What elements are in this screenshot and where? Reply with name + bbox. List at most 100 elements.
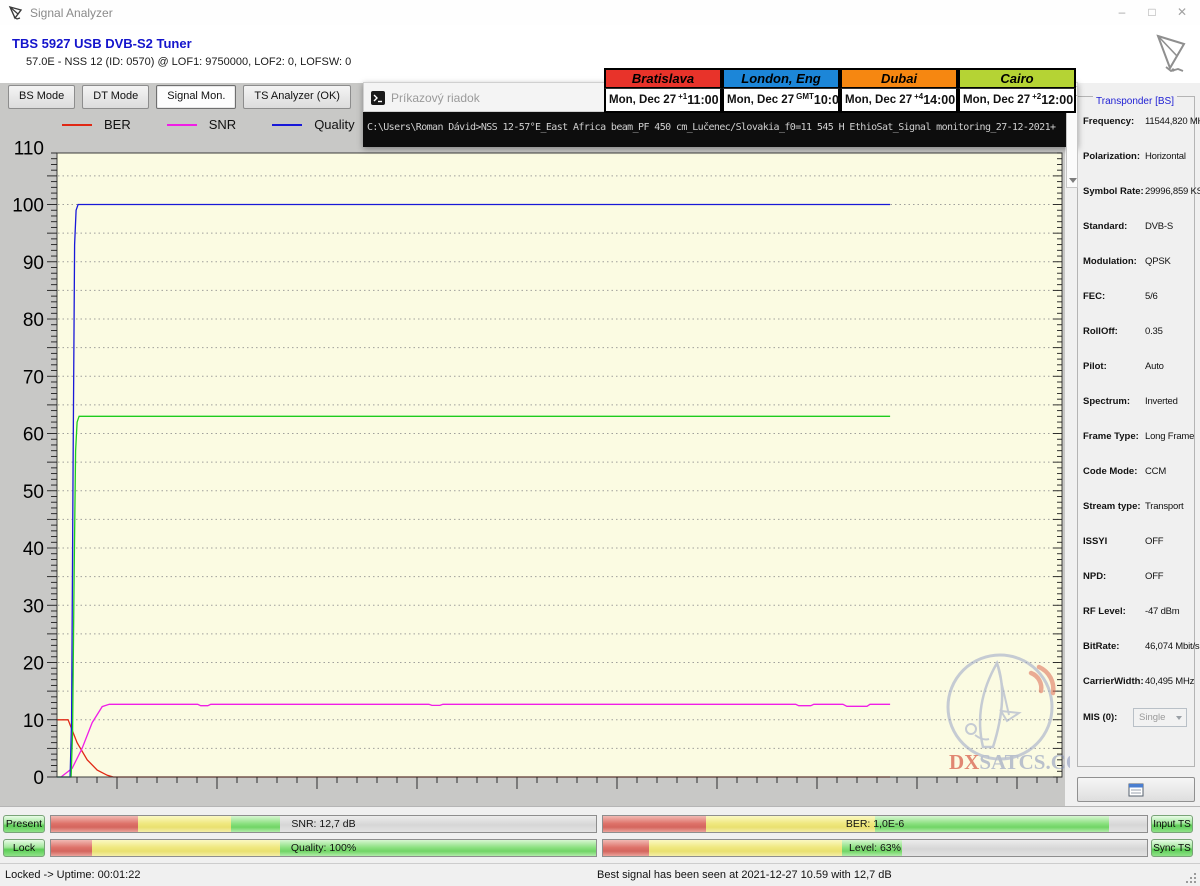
mis-selected-value: Single <box>1139 712 1165 723</box>
field-value: 29996,859 KS/s <box>1145 186 1200 197</box>
legend-item: BER <box>62 117 131 132</box>
clock-utc-offset: +1 <box>678 92 687 101</box>
field-label: Modulation: <box>1083 256 1145 267</box>
quality-value: Quality: 100% <box>51 842 596 854</box>
mis-label: MIS (0): <box>1083 712 1127 723</box>
ts-list-button[interactable] <box>1077 777 1195 802</box>
chevron-down-icon <box>1176 716 1182 720</box>
tab-signal-mon[interactable]: Signal Mon. <box>156 85 236 109</box>
field-label: Stream type: <box>1083 501 1145 512</box>
tab-ts-analyzer-ok[interactable]: TS Analyzer (OK) <box>243 85 351 109</box>
window-titlebar[interactable]: Signal Analyzer – □ ✕ <box>0 0 1200 25</box>
tab-bs-mode[interactable]: BS Mode <box>8 85 75 109</box>
legend-line-swatch <box>167 124 197 126</box>
field-label: CarrierWidth: <box>1083 676 1145 687</box>
field-value: QPSK <box>1145 256 1171 267</box>
app-icon <box>8 5 24 21</box>
transponder-field-row: Symbol Rate: 29996,859 KS/s <box>1083 174 1197 209</box>
tab-dt-mode[interactable]: DT Mode <box>82 85 149 109</box>
clock-utc-offset: +2 <box>1032 92 1041 101</box>
field-value: Transport <box>1145 501 1184 512</box>
cmd-icon <box>371 91 385 105</box>
clock-utc-offset: GMT <box>796 92 814 101</box>
clock-dubai[interactable]: Dubai Mon, Dec 27 +4 14:00 <box>840 68 958 113</box>
present-indicator: Present <box>3 815 45 833</box>
clock-bratislava[interactable]: Bratislava Mon, Dec 27 +1 11:00 <box>604 68 722 113</box>
field-label: RF Level: <box>1083 606 1145 617</box>
resize-grip[interactable] <box>1186 873 1197 884</box>
mis-row: MIS (0): Single <box>1083 708 1197 727</box>
clock-city: London, Eng <box>722 68 840 88</box>
window-title: Signal Analyzer <box>30 6 113 20</box>
transponder-field-row: Frame Type: Long Frame <box>1083 419 1197 454</box>
field-value: OFF <box>1145 536 1163 547</box>
transponder-field-row: BitRate: 46,074 Mbit/s <box>1083 629 1197 664</box>
sync-ts-button[interactable]: Sync TS <box>1151 839 1193 857</box>
field-value: 5/6 <box>1145 291 1158 302</box>
field-label: Polarization: <box>1083 151 1145 162</box>
device-title: TBS 5927 USB DVB-S2 Tuner <box>12 36 192 51</box>
transponder-fields: Frequency: 11544,820 MHz Polarization: H… <box>1083 104 1197 699</box>
svg-text:20: 20 <box>23 654 44 675</box>
legend-item: Quality <box>272 117 354 132</box>
world-clocks: Bratislava Mon, Dec 27 +1 11:00 London, … <box>604 68 1076 113</box>
transponder-field-row: Modulation: QPSK <box>1083 244 1197 279</box>
transponder-field-row: RF Level: -47 dBm <box>1083 594 1197 629</box>
transponder-field-row: RollOff: 0.35 <box>1083 314 1197 349</box>
field-label: Spectrum: <box>1083 396 1145 407</box>
ber-bar: BER: 1,0E-6 <box>602 815 1148 833</box>
svg-text:0: 0 <box>33 768 44 789</box>
signal-analyzer-window: { "window": {"title": "Signal Analyzer",… <box>0 0 1200 886</box>
clock-date: Mon, Dec 27 <box>845 94 912 106</box>
field-label: Standard: <box>1083 221 1145 232</box>
scroll-down-icon[interactable] <box>1069 178 1077 183</box>
statusbar: Locked -> Uptime: 00:01:22 Best signal h… <box>0 863 1200 886</box>
field-label: Symbol Rate: <box>1083 186 1145 197</box>
clock-time: 12:00 <box>1041 93 1073 107</box>
cmd-window-title: Príkazový riadok <box>391 91 480 105</box>
cmd-prompt-text: C:\Users\Roman Dávid>NSS 12-57°E_East Af… <box>367 122 1055 133</box>
svg-text:30: 30 <box>23 596 44 617</box>
field-value: DVB-S <box>1145 221 1173 232</box>
field-value: 46,074 Mbit/s <box>1145 641 1199 652</box>
field-label: Pilot: <box>1083 361 1145 372</box>
lock-uptime-status: Locked -> Uptime: 00:01:22 <box>5 869 140 881</box>
field-label: ISSYI <box>1083 536 1145 547</box>
level-bar: Level: 63% <box>602 839 1148 857</box>
field-value: CCM <box>1145 466 1166 477</box>
clock-city: Cairo <box>958 68 1076 88</box>
transponder-field-row: ISSYI OFF <box>1083 524 1197 559</box>
close-button[interactable]: ✕ <box>1168 4 1196 21</box>
input-ts-button[interactable]: Input TS <box>1151 815 1193 833</box>
legend-item: SNR <box>167 117 236 132</box>
cmd-terminal[interactable]: C:\Users\Roman Dávid>NSS 12-57°E_East Af… <box>363 112 1066 147</box>
mis-dropdown[interactable]: Single <box>1133 708 1187 727</box>
tuning-info: 57.0E - NSS 12 (ID: 0570) @ LOF1: 975000… <box>26 56 351 68</box>
field-label: FEC: <box>1083 291 1145 302</box>
field-value: -47 dBm <box>1145 606 1180 617</box>
svg-text:40: 40 <box>23 539 44 560</box>
minimize-button[interactable]: – <box>1108 4 1136 21</box>
maximize-button[interactable]: □ <box>1138 4 1166 21</box>
transponder-field-row: Stream type: Transport <box>1083 489 1197 524</box>
clock-date: Mon, Dec 27 <box>727 94 794 106</box>
dxsatcs-watermark-logo: DXSATCS.COM <box>935 645 1070 780</box>
field-value: 0.35 <box>1145 326 1163 337</box>
clock-date: Mon, Dec 27 <box>609 94 676 106</box>
clock-london-eng[interactable]: London, Eng Mon, Dec 27 GMT 10:00 <box>722 68 840 113</box>
clock-cairo[interactable]: Cairo Mon, Dec 27 +2 12:00 <box>958 68 1076 113</box>
legend-label: BER <box>104 117 131 132</box>
field-value: OFF <box>1145 571 1163 582</box>
quality-bar: Quality: 100% <box>50 839 597 857</box>
transponder-field-row: Standard: DVB-S <box>1083 209 1197 244</box>
clock-time: 11:00 <box>687 93 718 107</box>
svg-text:70: 70 <box>23 367 44 388</box>
snr-bar: SNR: 12,7 dB <box>50 815 597 833</box>
field-label: NPD: <box>1083 571 1145 582</box>
transponder-field-row: Code Mode: CCM <box>1083 454 1197 489</box>
legend-line-swatch <box>272 124 302 126</box>
best-signal-status: Best signal has been seen at 2021-12-27 … <box>597 869 892 881</box>
satellite-dish-icon <box>1150 30 1192 74</box>
transponder-field-row: CarrierWidth: 40,495 MHz <box>1083 664 1197 699</box>
clock-date: Mon, Dec 27 <box>963 94 1030 106</box>
